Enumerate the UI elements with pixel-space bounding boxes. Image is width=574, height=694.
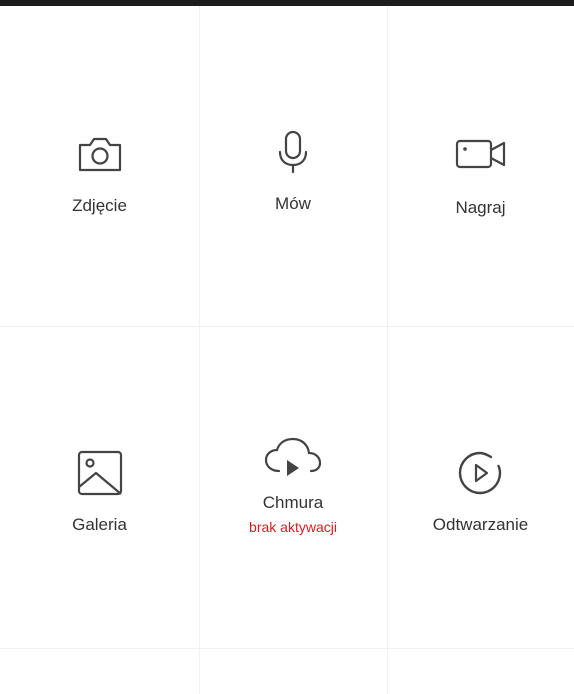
gallery-tile[interactable]: Galeria (0, 327, 199, 535)
cloud-status-text: brak aktywacji (249, 519, 337, 535)
image-icon (77, 450, 122, 496)
talk-tile[interactable]: Mów (199, 6, 387, 214)
playback-label: Odtwarzanie (432, 515, 529, 534)
microphone-icon (278, 130, 308, 174)
gallery-label: Galeria (72, 515, 127, 534)
photo-label: Zdjęcie (72, 196, 127, 215)
record-tile[interactable]: Nagraj (387, 6, 574, 218)
photo-tile[interactable]: Zdjęcie (0, 6, 199, 216)
talk-label: Mów (275, 194, 311, 213)
playback-tile[interactable]: Odtwarzanie (387, 327, 574, 535)
video-camera-icon (455, 139, 505, 169)
cloud-tile[interactable]: Chmura brak aktywacji (199, 327, 387, 535)
grid-divider (0, 648, 574, 649)
cloud-label: Chmura (262, 493, 324, 512)
playback-icon (458, 451, 501, 495)
record-label: Nagraj (455, 198, 506, 217)
cloud-play-icon (264, 437, 322, 476)
camera-icon (78, 137, 121, 172)
